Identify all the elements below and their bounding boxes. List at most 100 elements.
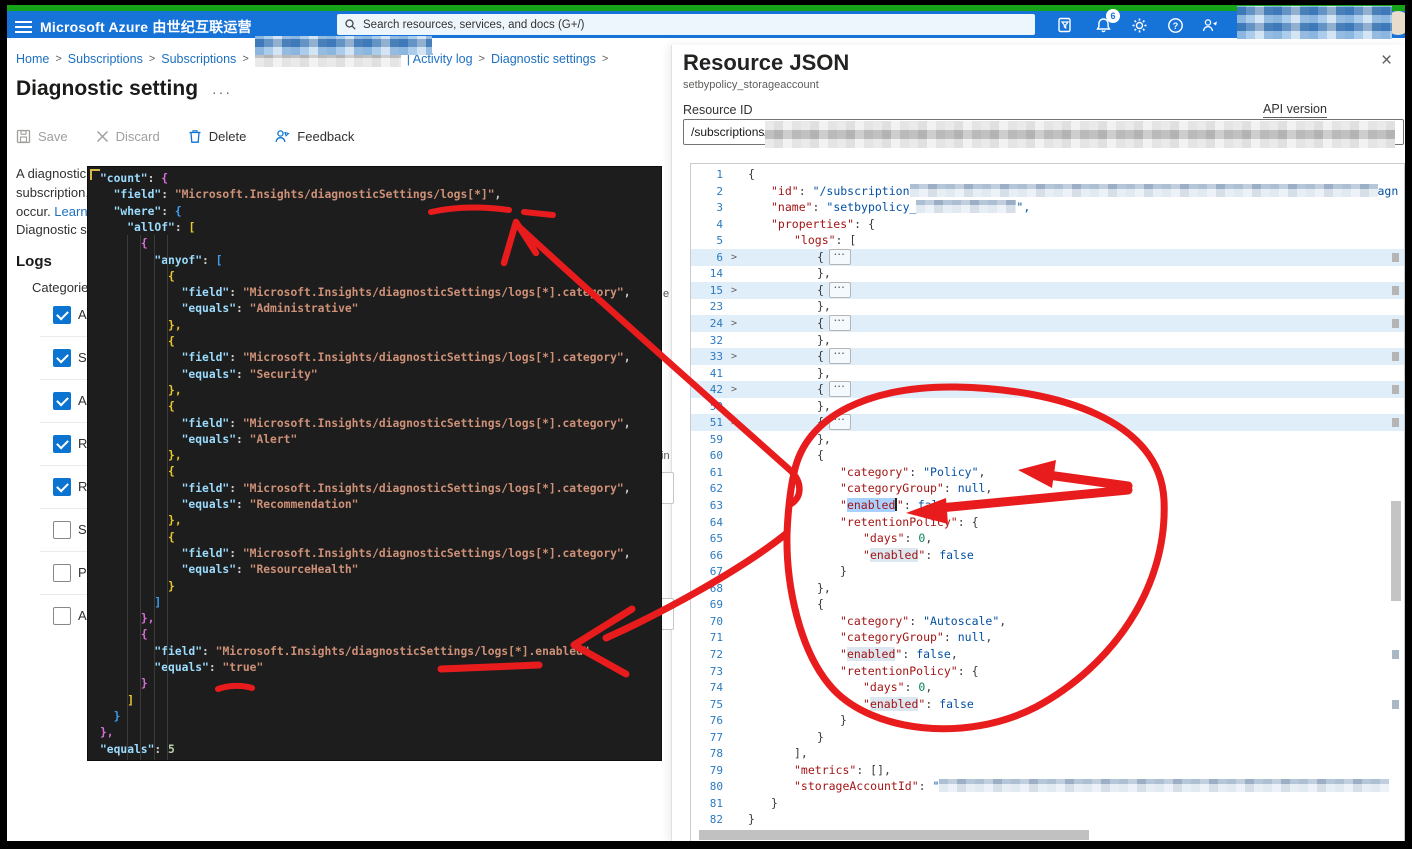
line-number: 75 xyxy=(691,696,723,713)
json-line-content: } xyxy=(771,795,778,812)
settings-gear-icon[interactable] xyxy=(1124,12,1154,38)
line-number: 4 xyxy=(691,216,723,233)
json-code-row: 64"retentionPolicy": { xyxy=(691,514,1404,531)
json-code-row: 62"categoryGroup": null, xyxy=(691,480,1404,497)
json-line-content: }, xyxy=(817,365,831,382)
save-button[interactable]: Save xyxy=(16,129,68,144)
discard-label: Discard xyxy=(116,129,160,144)
json-line-content: "retentionPolicy": { xyxy=(840,514,979,531)
overview-ruler-mark xyxy=(1392,319,1399,328)
page-context-menu-icon[interactable]: ··· xyxy=(212,84,232,100)
policy-code-line: "field": "Microsoft.Insights/diagnosticS… xyxy=(100,350,631,366)
line-number: 76 xyxy=(691,712,723,729)
vertical-scrollbar-thumb[interactable] xyxy=(1391,501,1401,601)
breadcrumb-home[interactable]: Home xyxy=(16,52,49,66)
json-line-content: }, xyxy=(817,398,831,415)
screenshot-border-top xyxy=(0,0,1412,5)
breadcrumb-subscriptions-2[interactable]: Subscriptions xyxy=(161,52,236,66)
folded-region-ellipsis-badge: ··· xyxy=(829,414,851,430)
line-number: 77 xyxy=(691,729,723,746)
delete-button[interactable]: Delete xyxy=(188,129,247,144)
policy-code-line: "field": "Microsoft.Insights/diagnosticS… xyxy=(100,546,631,562)
json-code-row: 23}, xyxy=(691,298,1404,315)
json-code-row: 63"enabled": false, xyxy=(691,497,1404,514)
json-collapsed-row: 42>{··· xyxy=(691,381,1404,398)
directory-filter-icon[interactable] xyxy=(1050,12,1080,38)
json-line-content: }, xyxy=(817,298,831,315)
portal-menu-icon[interactable] xyxy=(15,18,32,36)
discard-x-icon xyxy=(96,130,109,143)
json-line-content: }, xyxy=(817,265,831,282)
category-checkbox-ale[interactable] xyxy=(53,392,71,410)
json-line-content: }, xyxy=(817,431,831,448)
overview-ruler-mark xyxy=(1392,385,1399,394)
fold-chevron-icon[interactable]: > xyxy=(731,315,737,332)
policy-code-line: "where": { xyxy=(100,204,182,220)
line-number: 67 xyxy=(691,563,723,580)
json-line-content: "storageAccountId": " xyxy=(794,778,1389,795)
json-code-row: 4"properties": { xyxy=(691,216,1404,233)
json-line-content: {··· xyxy=(817,414,824,431)
feedback-button[interactable]: Feedback xyxy=(274,129,354,144)
json-line-content: "category": "Policy", xyxy=(840,464,985,481)
line-number: 14 xyxy=(691,265,723,282)
category-checkbox-aut[interactable] xyxy=(53,607,71,625)
redacted-value-blur xyxy=(916,200,1016,213)
json-code-row: 74"days": 0, xyxy=(691,679,1404,696)
horizontal-scrollbar-thumb[interactable] xyxy=(699,830,1089,840)
discard-button[interactable]: Discard xyxy=(96,129,160,144)
line-number: 68 xyxy=(691,580,723,597)
category-checkbox-ser[interactable] xyxy=(53,521,71,539)
category-checkbox-pol[interactable] xyxy=(53,564,71,582)
json-line-content: {··· xyxy=(817,381,824,398)
azure-brand-title[interactable]: Microsoft Azure 由世纪互联运营 xyxy=(40,17,252,37)
close-panel-icon[interactable]: × xyxy=(1381,54,1392,68)
category-checkbox-sec[interactable] xyxy=(53,349,71,367)
json-line-content: "days": 0, xyxy=(863,679,932,696)
category-checkbox-adm[interactable] xyxy=(53,306,71,324)
policy-code-line: } xyxy=(100,579,175,595)
json-line-content: } xyxy=(840,563,847,580)
folded-region-ellipsis-badge: ··· xyxy=(829,282,851,298)
policy-code-line: "equals": "true" xyxy=(100,660,263,676)
breadcrumb-separator: > xyxy=(149,53,155,65)
policy-code-line: "equals": "Security" xyxy=(100,367,318,383)
redacted-resource-id-blur xyxy=(765,121,1395,148)
line-number: 60 xyxy=(691,447,723,464)
line-number: 80 xyxy=(691,778,723,795)
help-icon[interactable]: ? xyxy=(1160,12,1190,38)
line-number: 71 xyxy=(691,629,723,646)
json-code-row: 73"retentionPolicy": { xyxy=(691,663,1404,680)
line-number: 23 xyxy=(691,298,723,315)
json-code-row: 80 "storageAccountId": " xyxy=(691,778,1404,795)
line-number: 6 xyxy=(691,249,723,266)
json-code-row: 67} xyxy=(691,563,1404,580)
category-checkbox-rec[interactable] xyxy=(53,435,71,453)
fold-chevron-icon[interactable]: > xyxy=(731,348,737,365)
fold-chevron-icon[interactable]: > xyxy=(731,381,737,398)
json-line-content: { xyxy=(817,596,824,613)
category-checkbox-res[interactable] xyxy=(53,478,71,496)
api-version-label[interactable]: API version xyxy=(1263,102,1327,118)
line-number: 1 xyxy=(691,166,723,183)
redacted-value-blur xyxy=(939,779,1389,792)
fold-chevron-icon[interactable]: > xyxy=(731,282,737,299)
line-number: 79 xyxy=(691,762,723,779)
breadcrumb-subscriptions-1[interactable]: Subscriptions xyxy=(68,52,143,66)
notification-count-badge: 6 xyxy=(1106,9,1120,23)
fold-chevron-icon[interactable]: > xyxy=(731,414,737,431)
global-search-input[interactable]: Search resources, services, and docs (G+… xyxy=(337,14,1035,35)
json-code-row: 2"id": "/subscriptionagn xyxy=(691,183,1404,200)
json-code-row: 78], xyxy=(691,745,1404,762)
breadcrumb-diagnostic-settings[interactable]: Diagnostic settings xyxy=(491,52,596,66)
line-number: 51 xyxy=(691,414,723,431)
fold-chevron-icon[interactable]: > xyxy=(731,249,737,266)
line-number: 33 xyxy=(691,348,723,365)
overview-ruler-mark xyxy=(1392,253,1399,262)
feedback-icon[interactable] xyxy=(1195,12,1225,38)
json-code-row: 41}, xyxy=(691,365,1404,382)
json-line-content: {··· xyxy=(817,249,824,266)
json-code-row: 14}, xyxy=(691,265,1404,282)
json-line-content: "enabled": false xyxy=(863,696,974,713)
json-code-viewer[interactable]: 1{2"id": "/subscriptionagn3"name": "setb… xyxy=(690,163,1405,843)
